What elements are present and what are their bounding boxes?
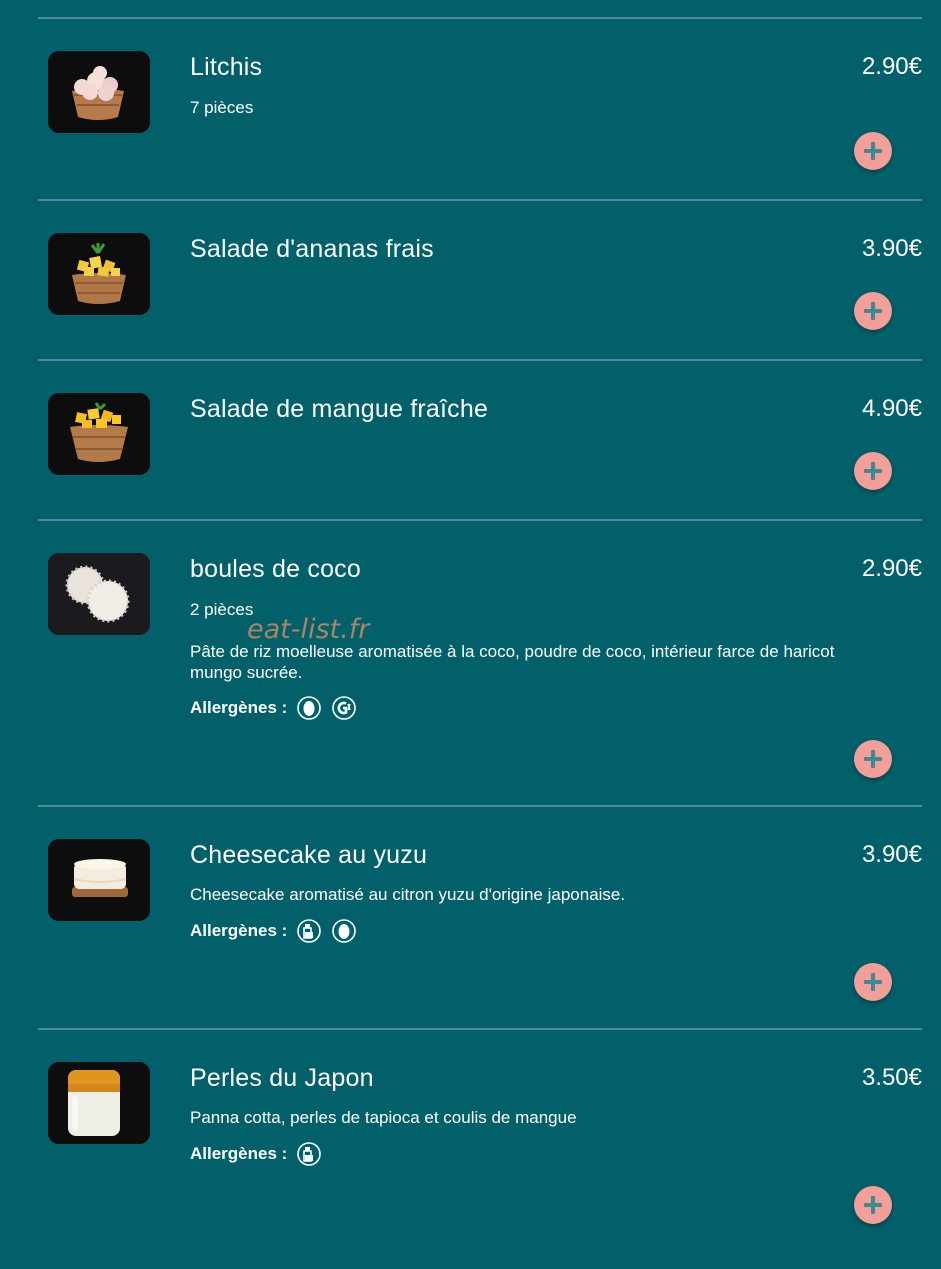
plus-icon [864, 750, 882, 768]
item-price: 4.90€ [861, 395, 922, 422]
plus-icon [864, 973, 882, 991]
litchis-image [48, 51, 150, 133]
menu-item-perles-du-japon[interactable]: Perles du Japon 3.50€ Panna cotta, perle… [38, 1028, 922, 1266]
boules-de-coco-image [48, 553, 150, 635]
menu-item-salade-ananas[interactable]: Salade d'ananas frais 3.90€ [38, 199, 922, 359]
plus-icon [864, 302, 882, 320]
egg-icon [332, 919, 357, 943]
plus-icon [864, 462, 882, 480]
item-name: Litchis [190, 53, 263, 81]
item-description: Panna cotta, perles de tapioca et coulis… [190, 1108, 577, 1127]
milk-icon [297, 1142, 322, 1166]
item-price: 2.90€ [861, 555, 922, 582]
add-to-cart-button[interactable] [854, 452, 892, 490]
menu-item-salade-mangue[interactable]: Salade de mangue fraîche 4.90€ [38, 359, 922, 519]
item-name: boules de coco [190, 555, 361, 583]
egg-icon [297, 696, 322, 720]
add-to-cart-button[interactable] [854, 740, 892, 778]
item-name: Salade d'ananas frais [190, 235, 434, 263]
allergens-row: Allergènes : [190, 1142, 332, 1166]
add-to-cart-button[interactable] [854, 1186, 892, 1224]
item-name: Cheesecake au yuzu [190, 841, 428, 869]
salade-mangue-image [48, 393, 150, 475]
item-description: Cheesecake aromatisé au citron yuzu d'or… [190, 885, 626, 904]
plus-icon [864, 1196, 882, 1214]
allergens-row: Allergènes : [190, 919, 367, 943]
add-to-cart-button[interactable] [854, 963, 892, 1001]
allergens-label: Allergènes : [190, 921, 288, 940]
item-description: Pâte de riz moelleuse aromatisée à la co… [190, 642, 835, 682]
menu-item-boules-de-coco[interactable]: boules de coco 2.90€ 2 pièces Pâte de ri… [38, 519, 922, 805]
dessert-menu-list: Litchis 2.90€ 7 pièces Salade d'ananas f… [38, 17, 922, 1266]
item-name: Salade de mangue fraîche [190, 395, 489, 423]
item-price: 3.50€ [861, 1064, 922, 1091]
perles-du-japon-image [48, 1062, 150, 1144]
menu-item-cheesecake-yuzu[interactable]: Cheesecake au yuzu 3.90€ Cheesecake arom… [38, 805, 922, 1028]
allergens-row: Allergènes : [190, 696, 367, 720]
item-price: 3.90€ [861, 841, 922, 868]
add-to-cart-button[interactable] [854, 132, 892, 170]
menu-item-litchis[interactable]: Litchis 2.90€ 7 pièces [38, 17, 922, 199]
plus-icon [864, 142, 882, 160]
watermark-text: eat-list.fr [247, 614, 370, 645]
item-pieces: 2 pièces [190, 600, 254, 619]
item-price: 2.90€ [861, 53, 922, 80]
milk-icon [297, 919, 322, 943]
allergens-label: Allergènes : [190, 1144, 288, 1163]
item-price: 3.90€ [861, 235, 922, 262]
gluten-icon [332, 696, 357, 720]
cheesecake-image [48, 839, 150, 921]
item-name: Perles du Japon [190, 1064, 374, 1092]
item-pieces: 7 pièces [190, 98, 254, 117]
add-to-cart-button[interactable] [854, 292, 892, 330]
salade-ananas-image [48, 233, 150, 315]
allergens-label: Allergènes : [190, 698, 288, 717]
